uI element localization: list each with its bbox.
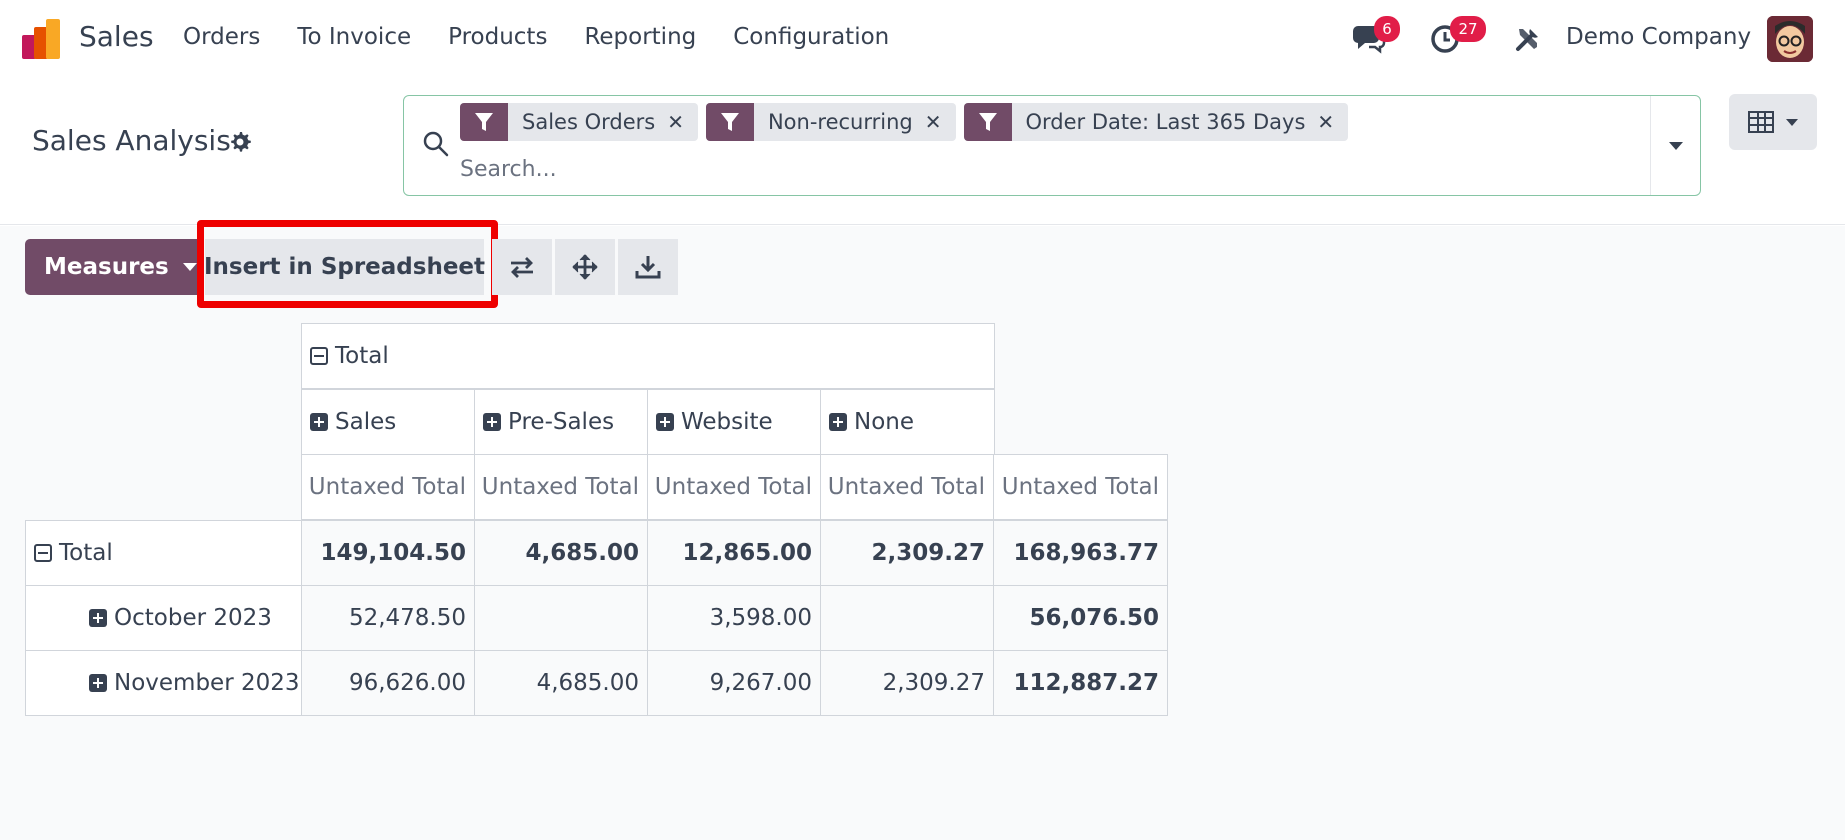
col-header-label: None bbox=[854, 409, 915, 435]
pivot-cell[interactable] bbox=[474, 585, 648, 651]
pivot-cell[interactable]: 4,685.00 bbox=[474, 520, 648, 586]
filter-icon bbox=[460, 103, 508, 141]
flip-axis-button[interactable] bbox=[492, 239, 552, 295]
pivot-cell[interactable]: 4,685.00 bbox=[474, 650, 648, 716]
activities-button[interactable]: 27 bbox=[1430, 16, 1486, 58]
tools-icon bbox=[1516, 29, 1538, 51]
pivot-cell[interactable]: 3,598.00 bbox=[647, 585, 821, 651]
col-header-pre-sales[interactable]: Pre-Sales bbox=[474, 389, 648, 455]
expand-icon bbox=[483, 413, 501, 431]
search-icon bbox=[423, 131, 449, 157]
pivot-cell[interactable]: 12,865.00 bbox=[647, 520, 821, 586]
page-title: Sales Analysis bbox=[32, 124, 231, 157]
pivot-cell[interactable]: 2,309.27 bbox=[820, 520, 994, 586]
insert-in-spreadsheet-button[interactable]: Insert in Spreadsheet bbox=[204, 239, 485, 295]
search-facets: Sales Orders ✕ Non-recurring ✕ Order Dat… bbox=[460, 103, 1356, 141]
collapse-icon bbox=[34, 544, 52, 562]
measure-header[interactable]: Untaxed Total bbox=[647, 454, 821, 520]
messages-button[interactable]: 6 bbox=[1352, 16, 1400, 58]
pivot-cell[interactable] bbox=[820, 585, 994, 651]
facet-remove-button[interactable]: ✕ bbox=[667, 110, 698, 134]
app-name[interactable]: Sales bbox=[79, 20, 154, 53]
flip-axis-icon bbox=[511, 257, 533, 278]
menu-reporting[interactable]: Reporting bbox=[584, 24, 696, 50]
col-header-total[interactable]: Total bbox=[301, 323, 995, 389]
expand-icon bbox=[310, 413, 328, 431]
table-view-icon bbox=[1748, 111, 1774, 133]
search-panel: Sales Orders ✕ Non-recurring ✕ Order Dat… bbox=[403, 95, 1701, 196]
activities-badge: 27 bbox=[1450, 16, 1486, 42]
menu-products[interactable]: Products bbox=[448, 24, 547, 50]
measure-header[interactable]: Untaxed Total bbox=[993, 454, 1168, 520]
facet-label: Sales Orders bbox=[522, 110, 656, 134]
col-header-label: Total bbox=[335, 343, 389, 369]
facet-label: Order Date: Last 365 Days bbox=[1025, 110, 1306, 134]
col-header-none[interactable]: None bbox=[820, 389, 995, 455]
view-switcher-button[interactable] bbox=[1729, 94, 1817, 150]
caret-down-icon bbox=[1786, 119, 1798, 126]
search-options-toggle[interactable] bbox=[1650, 96, 1700, 195]
pivot-cell[interactable]: 9,267.00 bbox=[647, 650, 821, 716]
measures-button[interactable]: Measures bbox=[25, 239, 197, 295]
pivot-cell-total[interactable]: 56,076.50 bbox=[993, 585, 1168, 651]
messages-badge: 6 bbox=[1374, 16, 1400, 42]
filter-icon bbox=[705, 103, 754, 141]
measures-label: Measures bbox=[44, 254, 169, 280]
gear-icon[interactable] bbox=[228, 130, 252, 154]
col-header-label: Website bbox=[681, 409, 773, 435]
expand-icon bbox=[829, 413, 847, 431]
expand-all-button[interactable] bbox=[555, 239, 615, 295]
menu-orders[interactable]: Orders bbox=[183, 24, 260, 50]
pivot-cell-total[interactable]: 168,963.77 bbox=[993, 520, 1168, 586]
search-input[interactable] bbox=[460, 151, 1560, 187]
collapse-icon bbox=[310, 347, 328, 365]
expand-icon bbox=[89, 609, 107, 627]
row-header-november-2023[interactable]: November 2023 bbox=[25, 650, 302, 716]
caret-down-icon bbox=[182, 263, 197, 271]
expand-icon bbox=[89, 674, 107, 692]
measure-header[interactable]: Untaxed Total bbox=[820, 454, 994, 520]
facet-remove-button[interactable]: ✕ bbox=[925, 110, 956, 134]
col-header-website[interactable]: Website bbox=[647, 389, 821, 455]
measure-header[interactable]: Untaxed Total bbox=[301, 454, 475, 520]
menu-to-invoice[interactable]: To Invoice bbox=[297, 24, 411, 50]
pivot-cell-total[interactable]: 112,887.27 bbox=[993, 650, 1168, 716]
pivot-cell[interactable]: 2,309.27 bbox=[820, 650, 994, 716]
row-header-label: November 2023 bbox=[114, 670, 300, 696]
facet-non-recurring: Non-recurring ✕ bbox=[705, 103, 956, 141]
top-navbar: Sales Orders To Invoice Products Reporti… bbox=[0, 0, 1845, 80]
pivot-view: Measures Insert in Spreadsheet Total Sal… bbox=[0, 220, 1845, 840]
debug-tools-button[interactable] bbox=[1514, 25, 1542, 57]
facet-label: Non-recurring bbox=[767, 110, 913, 134]
facet-sales-orders: Sales Orders ✕ bbox=[460, 103, 698, 141]
row-header-label: Total bbox=[59, 540, 113, 566]
menu-configuration[interactable]: Configuration bbox=[733, 24, 889, 50]
control-panel: Sales Analysis Sales Orders ✕ Non-recurr… bbox=[0, 80, 1845, 225]
measure-header[interactable]: Untaxed Total bbox=[474, 454, 648, 520]
col-header-sales[interactable]: Sales bbox=[301, 389, 475, 455]
row-header-october-2023[interactable]: October 2023 bbox=[25, 585, 302, 651]
facet-order-date: Order Date: Last 365 Days ✕ bbox=[963, 103, 1349, 141]
pivot-cell[interactable]: 149,104.50 bbox=[301, 520, 475, 586]
user-avatar[interactable] bbox=[1767, 16, 1813, 62]
pivot-cell[interactable]: 96,626.00 bbox=[301, 650, 475, 716]
row-header-total[interactable]: Total bbox=[25, 520, 302, 586]
company-switcher[interactable]: Demo Company bbox=[1566, 24, 1751, 50]
facet-remove-button[interactable]: ✕ bbox=[1317, 110, 1348, 134]
col-header-label: Sales bbox=[335, 409, 397, 435]
sales-app-logo-icon[interactable] bbox=[22, 19, 64, 59]
caret-down-icon bbox=[1668, 141, 1683, 150]
col-header-label: Pre-Sales bbox=[508, 409, 615, 435]
expand-icon bbox=[656, 413, 674, 431]
download-xlsx-button[interactable] bbox=[618, 239, 678, 295]
arrows-move-icon bbox=[572, 254, 598, 280]
filter-icon bbox=[963, 103, 1012, 141]
download-icon bbox=[635, 256, 661, 279]
main-menu: Orders To Invoice Products Reporting Con… bbox=[183, 24, 926, 50]
pivot-cell[interactable]: 52,478.50 bbox=[301, 585, 475, 651]
row-header-label: October 2023 bbox=[114, 605, 272, 631]
